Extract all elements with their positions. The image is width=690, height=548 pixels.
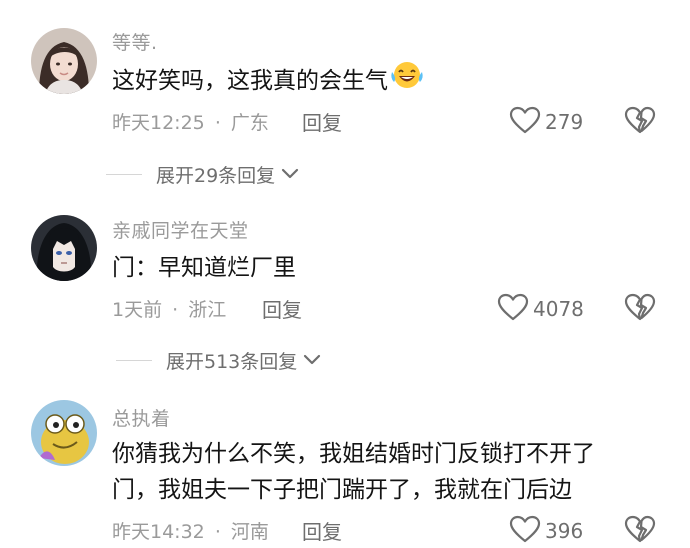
comment-location: 河南	[230, 521, 269, 543]
comment-item: 总执着 你猜我为什么不笑，我姐结婚时门反锁打不开了 门，我姐夫一下子把门踹开了，…	[0, 0, 690, 548]
comment-text-line-1: 你猜我为什么不笑，我姐结婚时门反锁打不开了	[112, 441, 595, 467]
broken-heart-icon[interactable]	[624, 515, 656, 547]
comment-text-line-2: 门，我姐夫一下子把门踹开了，我就在门后边	[112, 477, 572, 503]
comment-time: 昨天14:32	[112, 521, 205, 543]
like-button[interactable]: 396	[509, 515, 583, 547]
comment-username[interactable]: 总执着	[112, 404, 171, 431]
comment-list: 等等. 这好笑吗，这我真的会生气 昨天12:25 · 广东 回复 279 展开2…	[0, 0, 690, 548]
heart-icon	[509, 515, 541, 547]
like-count: 396	[545, 519, 584, 543]
reply-button[interactable]: 回复	[302, 516, 342, 545]
avatar[interactable]	[31, 400, 97, 466]
comment-meta: 昨天14:32 · 河南	[112, 517, 269, 544]
meta-separator: ·	[214, 521, 221, 543]
